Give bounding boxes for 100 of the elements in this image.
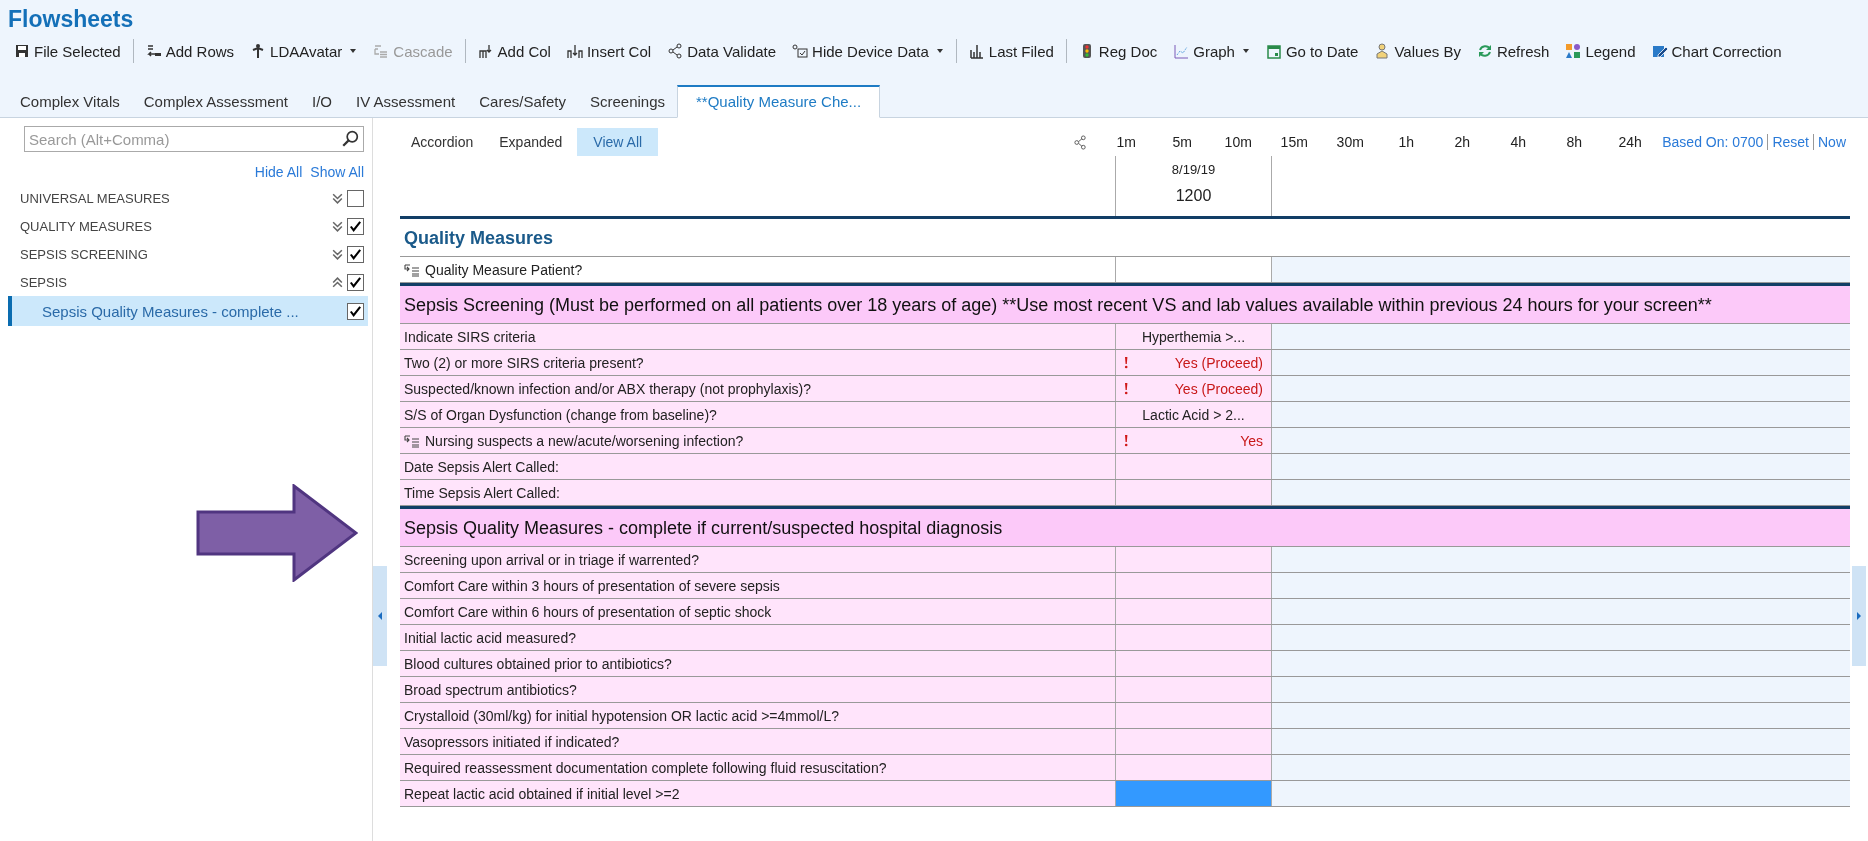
value-cell[interactable]: Yes (Proceed): [1115, 350, 1272, 375]
toolbar-button[interactable]: Values By: [1366, 40, 1469, 62]
expand-icon[interactable]: [331, 191, 344, 205]
group-label[interactable]: QUALITY MEASURES: [20, 218, 331, 234]
toolbar-button[interactable]: Legend: [1557, 40, 1644, 62]
checkbox[interactable]: [347, 189, 364, 207]
checkbox[interactable]: [347, 302, 364, 320]
checkbox[interactable]: [347, 273, 364, 291]
cascade-icon: [373, 43, 390, 59]
sidebar-link[interactable]: Hide All: [254, 164, 303, 180]
row-label: Required reassessment documentation complete following fluid resuscitation?: [400, 755, 1115, 780]
value-cell[interactable]: [1115, 257, 1272, 282]
interval-button[interactable]: 30m: [1322, 132, 1379, 152]
toolbar-button[interactable]: Go to Date: [1257, 40, 1367, 62]
value-cell[interactable]: [1115, 703, 1272, 728]
checkbox[interactable]: [347, 217, 364, 235]
expand-icon[interactable]: [331, 219, 344, 233]
group-label[interactable]: SEPSIS: [20, 274, 331, 290]
tab[interactable]: **Quality Measure Che...: [677, 85, 881, 118]
interval-button[interactable]: 1h: [1378, 132, 1435, 152]
expand-handle[interactable]: [1852, 566, 1866, 666]
toolbar-button[interactable]: Refresh: [1468, 40, 1558, 62]
view-mode-button[interactable]: Expanded: [488, 128, 574, 156]
warning-icon: [1124, 434, 1128, 447]
value-cell[interactable]: [1115, 781, 1272, 806]
tab[interactable]: Screenings: [577, 85, 677, 118]
row-label: Comfort Care within 3 hours of presentation of severe sepsis: [400, 573, 1115, 598]
value-cell[interactable]: [1115, 755, 1272, 780]
value-cell[interactable]: Yes (Proceed): [1115, 376, 1272, 401]
group-label[interactable]: SEPSIS SCREENING: [20, 246, 331, 262]
collapse-icon[interactable]: [331, 275, 344, 289]
toolbar-button[interactable]: Hide Device Data: [784, 40, 952, 62]
section-header: Sepsis Screening (Must be performed on all patients over 18 years of age) **Use most recent VS and lab values available within previous 24 hours for your screen**: [400, 286, 1850, 324]
toolbar-button[interactable]: Last Filed: [960, 40, 1062, 62]
interval-button[interactable]: 4h: [1490, 132, 1547, 152]
section-header: Sepsis Quality Measures - complete if current/suspected hospital diagnosis: [400, 509, 1850, 547]
share-icon[interactable]: [1073, 134, 1089, 150]
interval-button[interactable]: 24h: [1602, 132, 1659, 152]
value-cell[interactable]: Yes: [1115, 428, 1272, 453]
list-icon: [404, 262, 420, 277]
value-cell[interactable]: [1115, 651, 1272, 676]
value-cell[interactable]: [1115, 599, 1272, 624]
toolbar-button[interactable]: Chart Correction: [1643, 40, 1790, 62]
collapse-handle[interactable]: [373, 566, 387, 666]
group-label[interactable]: UNIVERSAL MEASURES: [20, 190, 331, 206]
value-cell[interactable]: [1115, 454, 1272, 479]
search-field[interactable]: Search (Alt+Comma): [24, 126, 364, 152]
row-label: Blood cultures obtained prior to antibiotics?: [400, 651, 1115, 676]
shapes-icon: [1565, 43, 1582, 59]
value-cell[interactable]: [1115, 677, 1272, 702]
sidebar-link[interactable]: Show All: [310, 164, 364, 180]
person-icon: [1374, 43, 1391, 59]
checkbox-icon: [792, 43, 809, 59]
time-link[interactable]: Reset: [1767, 134, 1813, 150]
view-mode-button[interactable]: Accordion: [400, 128, 485, 156]
sidebar-item[interactable]: Sepsis Quality Measures - complete ...: [8, 296, 368, 326]
refresh-icon: [1476, 43, 1493, 59]
tab[interactable]: I/O: [300, 85, 344, 118]
value-cell[interactable]: [1115, 573, 1272, 598]
insert-column-icon: [566, 43, 583, 59]
row-label: Screening upon arrival or in triage if warrented?: [400, 547, 1115, 572]
row-label: Nursing suspects a new/acute/worsening infection?: [400, 428, 1115, 453]
value-cell[interactable]: Hyperthemia >...: [1115, 324, 1272, 349]
value-cell[interactable]: [1115, 547, 1272, 572]
search-icon[interactable]: [341, 130, 359, 148]
toolbar-button[interactable]: LDAAvatar: [242, 40, 366, 62]
expand-icon[interactable]: [331, 247, 344, 261]
list-icon: [404, 433, 420, 448]
row-label: Date Sepsis Alert Called:: [400, 454, 1115, 479]
tab[interactable]: Complex Vitals: [8, 85, 132, 118]
share-icon: [667, 43, 684, 59]
interval-button[interactable]: 2h: [1434, 132, 1491, 152]
toolbar-button[interactable]: Data Validate: [659, 40, 785, 62]
toolbar-button[interactable]: Reg Doc: [1070, 40, 1166, 62]
chart-icon: [1173, 43, 1190, 59]
checkbox[interactable]: [347, 245, 364, 263]
value-cell[interactable]: Lactic Acid > 2...: [1115, 402, 1272, 427]
row-label: Crystalloid (30ml/kg) for initial hypotension OR lactic acid >=4mmol/L?: [400, 703, 1115, 728]
time-link[interactable]: Based On: 0700: [1658, 134, 1768, 150]
toolbar-button[interactable]: File Selected: [6, 40, 129, 62]
toolbar-button[interactable]: Graph: [1165, 40, 1258, 62]
toolbar-button[interactable]: Insert Col: [558, 40, 660, 62]
row-label: Vasopressors initiated if indicated?: [400, 729, 1115, 754]
value-cell[interactable]: [1115, 729, 1272, 754]
row-label: Initial lactic acid measured?: [400, 625, 1115, 650]
interval-button[interactable]: 1m: [1098, 132, 1155, 152]
row-label: Broad spectrum antibiotics?: [400, 677, 1115, 702]
value-cell[interactable]: [1115, 480, 1272, 505]
interval-button[interactable]: 5m: [1154, 132, 1211, 152]
interval-button[interactable]: 10m: [1210, 132, 1267, 152]
tab[interactable]: Complex Assessment: [131, 85, 300, 118]
tab[interactable]: Cares/Safety: [467, 85, 578, 118]
interval-button[interactable]: 8h: [1546, 132, 1603, 152]
tab[interactable]: IV Assessment: [344, 85, 468, 118]
view-mode-button[interactable]: View All: [577, 128, 659, 156]
interval-button[interactable]: 15m: [1266, 132, 1323, 152]
time-link[interactable]: Now: [1813, 134, 1850, 150]
value-cell[interactable]: [1115, 625, 1272, 650]
toolbar-button[interactable]: Add Rows: [137, 40, 243, 62]
toolbar-button[interactable]: Add Col: [469, 40, 559, 62]
